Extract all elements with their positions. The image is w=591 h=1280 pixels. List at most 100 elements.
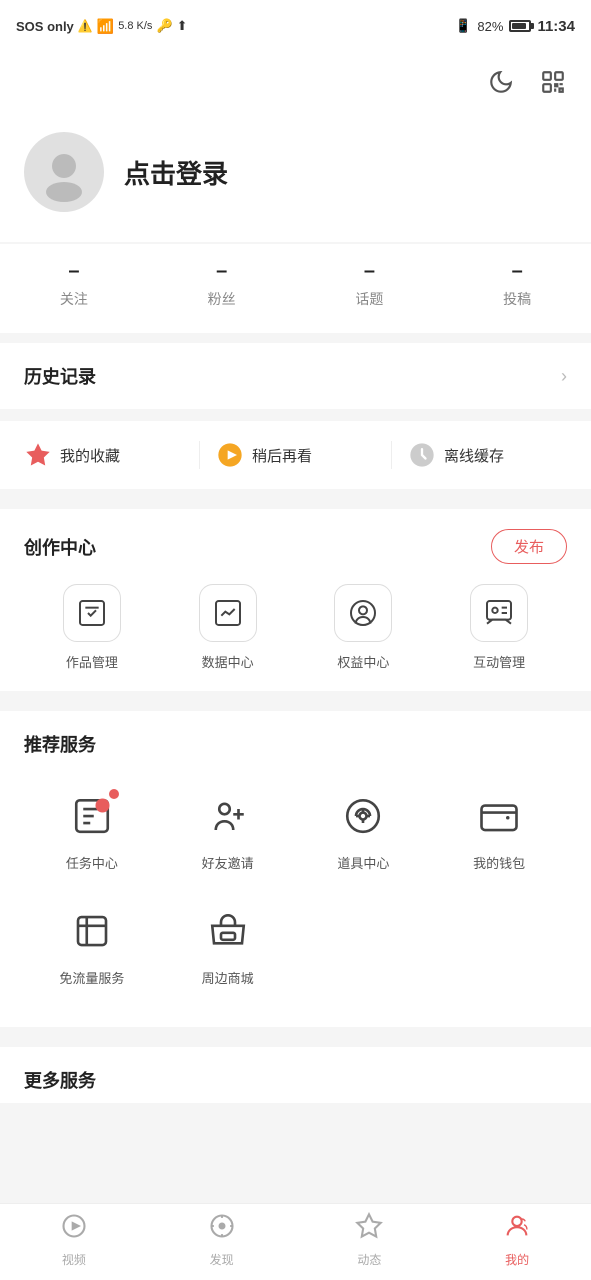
scan-button[interactable] bbox=[535, 64, 571, 100]
favorites-icon bbox=[24, 441, 52, 469]
stat-post[interactable]: – 投稿 bbox=[503, 260, 531, 309]
nav-mine[interactable]: 我的 bbox=[443, 1212, 591, 1268]
services-row-1: 任务中心 好友邀请 bbox=[24, 777, 567, 882]
services-section: 推荐服务 任务中心 bbox=[0, 711, 591, 1027]
creation-icons: 作品管理 数据中心 权益中心 bbox=[24, 584, 567, 671]
post-value: – bbox=[512, 260, 523, 283]
upload-icon: ⬆ bbox=[177, 18, 188, 34]
rights-icon bbox=[334, 584, 392, 642]
divider-5 bbox=[0, 1027, 591, 1037]
more-section: 更多服务 bbox=[0, 1047, 591, 1103]
night-mode-button[interactable] bbox=[483, 64, 519, 100]
battery-pct: 82% bbox=[477, 19, 503, 34]
phone-icon: 📱 bbox=[455, 18, 471, 34]
creation-header: 创作中心 发布 bbox=[24, 529, 567, 564]
stat-follow[interactable]: – 关注 bbox=[60, 260, 88, 309]
task-label: 任务中心 bbox=[66, 853, 118, 872]
bottom-nav: 视频 发现 动态 我的 bbox=[0, 1203, 591, 1280]
time-text: 11:34 bbox=[537, 18, 575, 35]
dynamic-nav-icon bbox=[355, 1212, 383, 1247]
friend-icon-wrap bbox=[199, 787, 257, 845]
rights-label: 权益中心 bbox=[337, 652, 389, 671]
wallet-icon-wrap bbox=[470, 787, 528, 845]
my-wallet[interactable]: 我的钱包 bbox=[431, 777, 567, 882]
avatar bbox=[24, 132, 104, 212]
video-nav-label: 视频 bbox=[62, 1251, 86, 1268]
task-center[interactable]: 任务中心 bbox=[24, 777, 160, 882]
favorites-label: 我的收藏 bbox=[60, 445, 120, 466]
stats-section: – 关注 – 粉丝 – 话题 – 投稿 bbox=[0, 244, 591, 333]
divider-3 bbox=[0, 489, 591, 499]
services-title: 推荐服务 bbox=[24, 731, 567, 757]
data-icon bbox=[199, 584, 257, 642]
status-bar: SOS only ⚠️ 📶 5.8 K/s 🔑 ⬆ 📱 82% 11:34 bbox=[0, 0, 591, 52]
video-nav-icon bbox=[60, 1212, 88, 1247]
status-right: 📱 82% 11:34 bbox=[455, 18, 575, 35]
mine-nav-label: 我的 bbox=[505, 1251, 529, 1268]
fans-value: – bbox=[216, 260, 227, 283]
watchlater-icon bbox=[216, 441, 244, 469]
mall-icon bbox=[199, 902, 257, 960]
props-label: 道具中心 bbox=[337, 853, 389, 872]
traffic-icon-wrap bbox=[63, 902, 121, 960]
interaction-icon bbox=[470, 584, 528, 642]
follow-value: – bbox=[68, 260, 79, 283]
login-text[interactable]: 点击登录 bbox=[124, 154, 228, 191]
post-label: 投稿 bbox=[503, 289, 531, 309]
fans-label: 粉丝 bbox=[208, 289, 236, 309]
topic-value: – bbox=[364, 260, 375, 283]
wallet-icon bbox=[470, 787, 528, 845]
publish-button[interactable]: 发布 bbox=[491, 529, 567, 564]
creation-section: 创作中心 发布 作品管理 数据中心 bbox=[0, 509, 591, 691]
nav-dynamic[interactable]: 动态 bbox=[296, 1212, 444, 1268]
works-label: 作品管理 bbox=[66, 652, 118, 671]
bookmark-watchlater[interactable]: 稍后再看 bbox=[216, 441, 392, 469]
nav-video[interactable]: 视频 bbox=[0, 1212, 148, 1268]
interaction-label: 互动管理 bbox=[473, 652, 525, 671]
props-icon-wrap bbox=[334, 787, 392, 845]
status-left: SOS only ⚠️ 📶 5.8 K/s 🔑 ⬆ bbox=[16, 18, 188, 35]
nav-discover[interactable]: 发现 bbox=[148, 1212, 296, 1268]
stat-fans[interactable]: – 粉丝 bbox=[208, 260, 236, 309]
traffic-icon bbox=[63, 902, 121, 960]
battery-icon bbox=[509, 20, 531, 32]
discover-nav-icon bbox=[208, 1212, 236, 1247]
topic-label: 话题 bbox=[355, 289, 383, 309]
offline-label: 离线缓存 bbox=[444, 445, 504, 466]
props-icon bbox=[334, 787, 392, 845]
dynamic-nav-label: 动态 bbox=[357, 1251, 381, 1268]
stat-topic[interactable]: – 话题 bbox=[355, 260, 383, 309]
works-icon bbox=[63, 584, 121, 642]
profile-section[interactable]: 点击登录 bbox=[0, 112, 591, 242]
alert-icon: ⚠️ bbox=[78, 19, 93, 33]
free-traffic[interactable]: 免流量服务 bbox=[24, 892, 160, 997]
creation-title: 创作中心 bbox=[24, 534, 96, 560]
peripheral-mall[interactable]: 周边商城 bbox=[160, 892, 296, 997]
works-management[interactable]: 作品管理 bbox=[63, 584, 121, 671]
discover-nav-label: 发现 bbox=[210, 1251, 234, 1268]
history-section[interactable]: 历史记录 › bbox=[0, 343, 591, 409]
bookmark-favorites[interactable]: 我的收藏 bbox=[24, 441, 200, 469]
bookmarks-section: 我的收藏 稍后再看 离线缓存 bbox=[0, 421, 591, 489]
friend-invite[interactable]: 好友邀请 bbox=[160, 777, 296, 882]
watchlater-label: 稍后再看 bbox=[252, 445, 312, 466]
rights-center[interactable]: 权益中心 bbox=[334, 584, 392, 671]
history-title: 历史记录 bbox=[24, 363, 96, 389]
divider-1 bbox=[0, 333, 591, 343]
props-center[interactable]: 道具中心 bbox=[296, 777, 432, 882]
chevron-right-icon: › bbox=[561, 366, 567, 387]
bookmark-offline[interactable]: 离线缓存 bbox=[408, 441, 567, 469]
wallet-label: 我的钱包 bbox=[473, 853, 525, 872]
task-badge bbox=[109, 789, 119, 799]
mall-icon-wrap bbox=[199, 902, 257, 960]
top-toolbar bbox=[0, 52, 591, 112]
follow-label: 关注 bbox=[60, 289, 88, 309]
divider-2 bbox=[0, 409, 591, 419]
sos-text: SOS only bbox=[16, 19, 74, 34]
data-center[interactable]: 数据中心 bbox=[199, 584, 257, 671]
interaction-management[interactable]: 互动管理 bbox=[470, 584, 528, 671]
services-row-2: 免流量服务 周边商城 bbox=[24, 892, 567, 997]
sim-icon: 🔑 bbox=[156, 18, 172, 34]
speed-text: 5.8 K/s bbox=[118, 20, 152, 32]
mine-nav-icon bbox=[503, 1212, 531, 1247]
